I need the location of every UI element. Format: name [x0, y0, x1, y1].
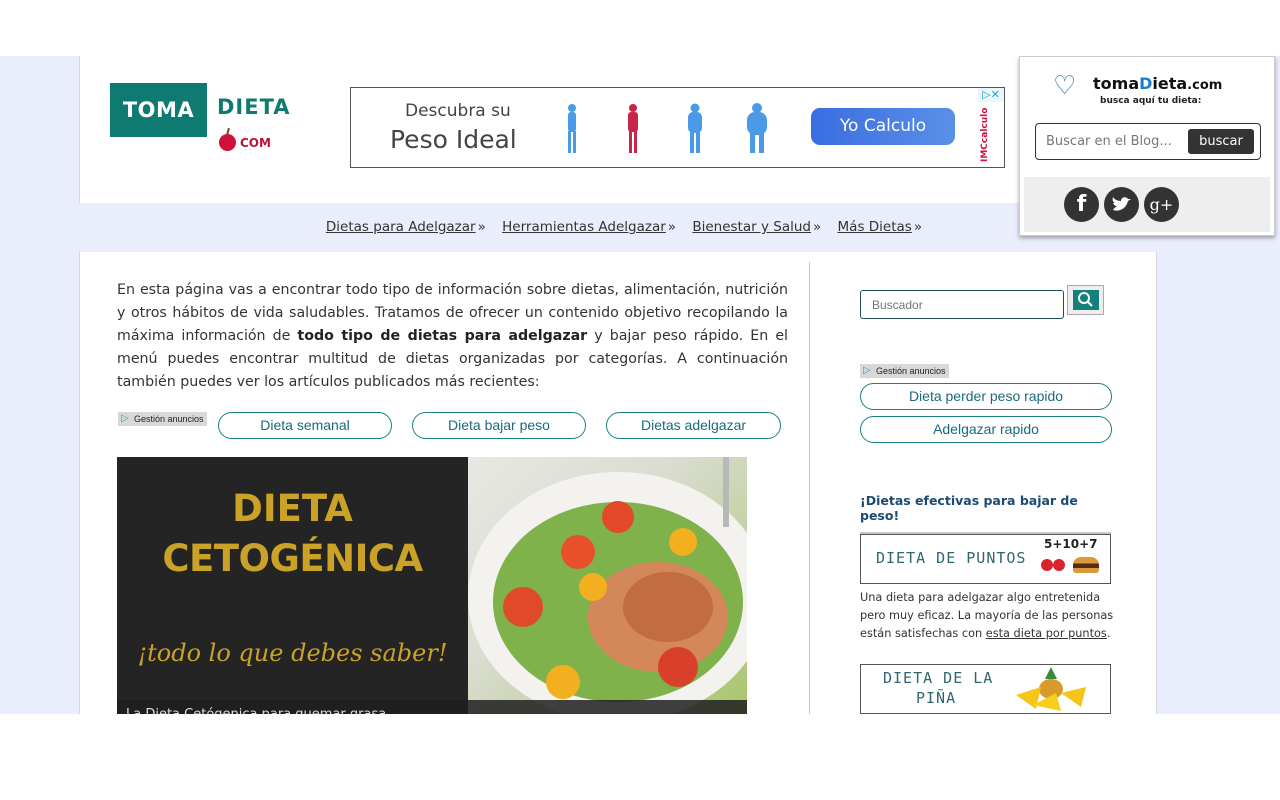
nav-herramientas[interactable]: Herramientas Adelgazar: [502, 219, 666, 235]
yo-calculo-button[interactable]: Yo Calculo: [811, 108, 955, 145]
widget-brand: ♡ tomaDieta.com: [1053, 73, 1253, 99]
featured-article[interactable]: DIETA CETOGÉNICA ¡todo lo que debes sabe…: [117, 457, 747, 714]
ad-line1: Descubra su: [405, 101, 511, 121]
nav-arrow: »: [812, 219, 822, 235]
nav-arrow: »: [477, 219, 486, 235]
promo-desc-link[interactable]: esta dieta por puntos: [986, 627, 1107, 640]
facebook-icon[interactable]: f: [1064, 187, 1099, 222]
main-content: En esta página vas a encontrar todo tipo…: [79, 252, 1157, 714]
ad-label-text: Gestión anuncios: [134, 414, 204, 424]
body-figure-icon: [688, 103, 702, 153]
tomato-icon: [1053, 559, 1065, 571]
sidebar-section-title: ¡Dietas efectivas para bajar de peso!: [860, 493, 1111, 534]
pineapple-icon: [1016, 667, 1086, 711]
nav-arrow: »: [913, 219, 923, 235]
widget-search-button[interactable]: buscar: [1188, 129, 1254, 154]
intro-paragraph: En esta página vas a encontrar todo tipo…: [117, 279, 788, 394]
feature-title-line1: DIETA: [232, 487, 353, 530]
logo-com: COM: [240, 136, 271, 150]
widget-search-input[interactable]: Buscar en el Blog...: [1046, 134, 1172, 149]
column-divider: [809, 262, 810, 714]
apple-icon: [219, 134, 236, 151]
sidebar-search-input[interactable]: [860, 290, 1064, 319]
search-widget: ♡ tomaDieta.com busca aquí tu dieta: Bus…: [1019, 56, 1275, 236]
ad-link-dieta-semanal[interactable]: Dieta semanal: [218, 412, 392, 439]
site-logo[interactable]: TOMA DIETA COM: [110, 83, 295, 158]
feature-tagline: ¡todo lo que debes saber!: [137, 639, 448, 667]
promo-title-line2: PIÑA: [916, 689, 957, 707]
feature-title-line2: CETOGÉNICA: [162, 537, 423, 580]
widget-search-form: Buscar en el Blog... buscar: [1035, 123, 1261, 160]
nav-arrow: »: [667, 219, 677, 235]
widget-tagline: busca aquí tu dieta:: [1100, 96, 1202, 106]
twitter-icon[interactable]: [1104, 187, 1139, 222]
promo-title: DIETA DE PUNTOS: [876, 549, 1027, 567]
tomato-icon: [1041, 559, 1053, 571]
google-plus-icon[interactable]: g+: [1144, 187, 1179, 222]
adchoices-icon: ▷: [121, 413, 129, 424]
body-figure-icon: [628, 104, 638, 153]
adchoices-icon[interactable]: ▷✕: [978, 88, 1004, 102]
brand-tld: .com: [1187, 78, 1223, 93]
feature-caption[interactable]: La Dieta Cetógenica para quemar grasa: [117, 700, 747, 714]
promo-badge: 5+10+7: [1044, 537, 1098, 551]
promo-dieta-pina[interactable]: DIETA DE LA PIÑA: [860, 664, 1111, 714]
ad-link-dieta-perder-peso[interactable]: Dieta perder peso rapido: [860, 383, 1112, 410]
brand-prefix: toma: [1093, 74, 1140, 93]
ad-management-label[interactable]: ▷ Gestión anuncios: [860, 364, 949, 378]
ad-link-dietas-adelgazar[interactable]: Dietas adelgazar: [606, 412, 781, 439]
nav-mas-dietas[interactable]: Más Dietas: [838, 219, 912, 235]
promo-description: Una dieta para adelgazar algo entretenid…: [860, 589, 1120, 643]
ad-management-label[interactable]: ▷ Gestión anuncios: [118, 412, 207, 426]
intro-bold: todo tipo de dietas para adelgazar: [297, 328, 588, 344]
sidebar-search-button[interactable]: [1067, 285, 1104, 315]
nav-bienestar[interactable]: Bienestar y Salud: [692, 219, 811, 235]
brand-rest: ieta: [1152, 74, 1188, 93]
burger-icon: [1073, 557, 1099, 573]
page-viewport: TOMA DIETA COM Descubra su Peso Ideal Yo…: [0, 56, 1280, 714]
ad-label-text: Gestión anuncios: [876, 366, 946, 376]
salad-plate-illustration: [468, 457, 747, 714]
widget-brand-name: tomaDieta.com: [1093, 74, 1222, 93]
ad-link-dieta-bajar-peso[interactable]: Dieta bajar peso: [412, 412, 586, 439]
promo-desc-end: .: [1106, 627, 1111, 640]
brand-d: D: [1139, 74, 1153, 93]
feature-image-text-panel: DIETA CETOGÉNICA ¡todo lo que debes sabe…: [117, 457, 468, 714]
logo-toma: TOMA: [110, 83, 207, 137]
social-links: f g+: [1024, 177, 1270, 232]
ad-link-adelgazar-rapido[interactable]: Adelgazar rapido: [860, 416, 1112, 443]
main-nav: Dietas para Adelgazar» Herramientas Adel…: [79, 203, 1157, 252]
body-figure-icon: [747, 103, 767, 153]
site-header: TOMA DIETA COM Descubra su Peso Ideal Yo…: [79, 56, 1019, 203]
nav-dietas-adelgazar[interactable]: Dietas para Adelgazar: [326, 219, 476, 235]
promo-title-line1: DIETA DE LA: [883, 669, 994, 687]
promo-dieta-puntos[interactable]: DIETA DE PUNTOS 5+10+7: [860, 534, 1111, 584]
adchoices-icon: ▷: [863, 365, 871, 376]
ad-banner-peso-ideal[interactable]: Descubra su Peso Ideal Yo Calculo ▷✕ IMC…: [350, 87, 1005, 168]
search-icon: [1073, 290, 1099, 310]
heart-icon: ♡: [1053, 71, 1077, 101]
body-figure-icon: [568, 104, 576, 153]
feature-food-image: [468, 457, 747, 714]
ad-sponsor-logo: IMCcalculo: [980, 107, 990, 163]
logo-dieta: DIETA: [217, 95, 291, 119]
ad-line2: Peso Ideal: [390, 125, 517, 154]
